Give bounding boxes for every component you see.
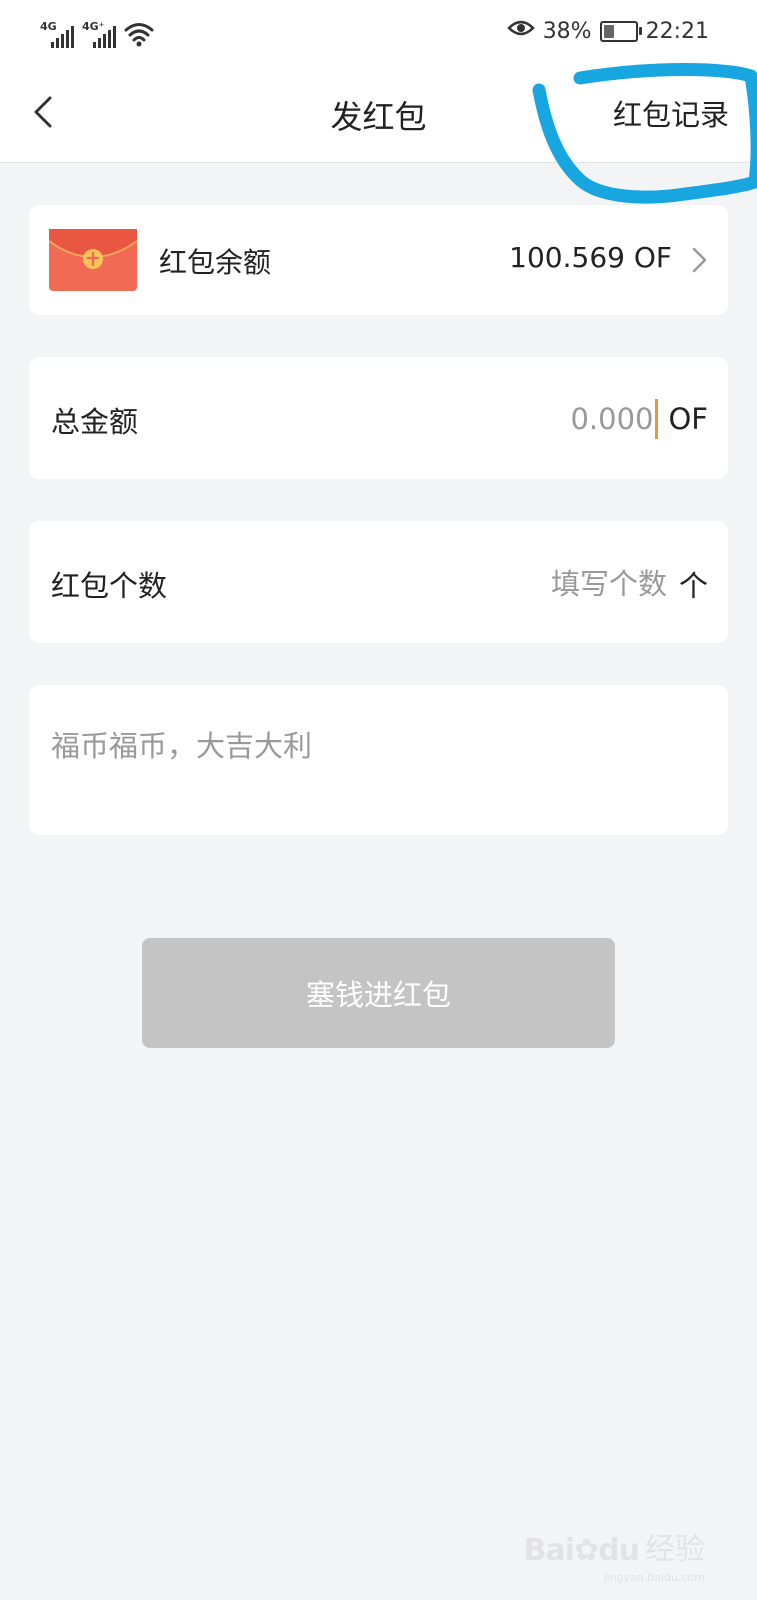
status-bar: 4G 4G⁺ 38% 22:21 — [0, 0, 757, 64]
red-packet-records-link[interactable]: 红包记录 — [613, 92, 729, 134]
greeting-message-input[interactable] — [51, 729, 691, 763]
eye-comfort-icon — [506, 18, 535, 44]
battery-percent: 38% — [542, 18, 592, 44]
chevron-right-icon — [692, 247, 707, 273]
clock: 22:21 — [645, 18, 709, 44]
paw-icon: ✿ — [574, 1533, 599, 1568]
packet-count-field-wrap: 个 — [526, 563, 708, 605]
total-amount-input[interactable] — [493, 402, 654, 436]
text-cursor — [655, 399, 659, 439]
cellular-signal-icon: 4G⁺ — [82, 20, 116, 48]
watermark-logo: Bai✿du — [523, 1533, 640, 1568]
total-amount-field-wrap: OF — [493, 399, 708, 439]
packet-count-label: 红包个数 — [51, 569, 168, 603]
battery-icon — [599, 20, 642, 42]
packet-count-input[interactable] — [526, 567, 667, 601]
balance-value: 100.569 OF — [509, 241, 672, 274]
stuff-money-button[interactable]: 塞钱进红包 — [142, 938, 615, 1048]
total-amount-card: 总金额 OF — [29, 357, 728, 479]
packet-count-unit: 个 — [678, 569, 708, 603]
total-amount-unit: OF — [668, 402, 708, 436]
wifi-icon — [124, 20, 154, 48]
status-right: 38% 22:21 — [506, 14, 709, 48]
red-envelope-icon — [49, 229, 137, 291]
total-amount-label: 总金额 — [51, 405, 139, 439]
greeting-card — [29, 685, 728, 835]
baidu-jingyan-watermark: Bai✿du 经验 jingyan.baidu.com — [523, 1524, 705, 1584]
cellular-signal-icon: 4G — [40, 20, 74, 48]
watermark-text: 经验 — [645, 1532, 705, 1567]
nav-bar: 发红包 红包记录 — [0, 64, 757, 163]
packet-count-card: 红包个数 个 — [29, 521, 728, 643]
watermark-url: jingyan.baidu.com — [603, 1571, 705, 1584]
status-left: 4G 4G⁺ — [40, 14, 154, 48]
balance-label: 红包余额 — [159, 246, 272, 279]
balance-card[interactable]: 红包余额 100.569 OF — [29, 205, 728, 315]
